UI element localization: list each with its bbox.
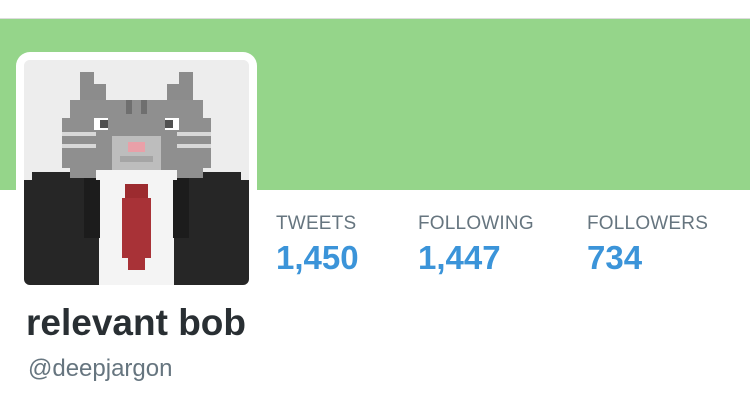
top-strip <box>0 0 750 19</box>
stat-tweets[interactable]: TWEETS 1,450 <box>276 213 359 277</box>
stat-following[interactable]: FOLLOWING 1,447 <box>418 213 534 277</box>
pixel-cat-avatar-icon <box>24 60 249 285</box>
stat-value: 1,447 <box>418 239 501 276</box>
stat-followers[interactable]: FOLLOWERS 734 <box>587 213 708 277</box>
stat-label: FOLLOWERS <box>587 213 709 234</box>
profile-handle[interactable]: @deepjargon <box>28 354 172 384</box>
stat-value: 1,450 <box>276 239 359 276</box>
stat-label: FOLLOWING <box>418 213 534 234</box>
stat-value: 734 <box>587 239 643 276</box>
avatar[interactable] <box>16 52 257 293</box>
stat-label: TWEETS <box>276 213 357 234</box>
profile-name[interactable]: relevant bob <box>26 300 246 346</box>
